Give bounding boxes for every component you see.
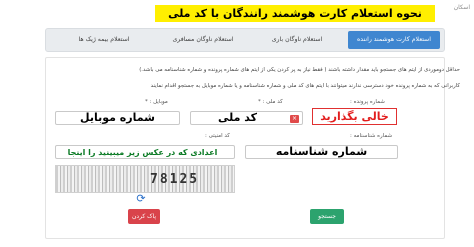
captcha-text: 78125 — [150, 172, 200, 187]
page-headline: نحوه استعلام کارت هوشمند رانندگان با کد … — [155, 5, 435, 22]
close-icon[interactable]: × — [290, 115, 299, 123]
tab-bar: استعلام کارت هوشمند راننده استعلام ناوگا… — [45, 28, 445, 52]
refresh-icon[interactable]: ⟳ — [135, 193, 147, 205]
search-button[interactable]: جستجو — [310, 209, 344, 224]
security-code-label: کد امنیتی : — [205, 133, 230, 139]
national-code-hint: کد ملی — [217, 111, 257, 124]
mobile-hint: شماره موبایل — [80, 111, 155, 124]
corner-label: اسکان — [453, 4, 470, 11]
info-line-2: کاربرانی که به شماره پرونده خود دسترسی ن… — [150, 83, 460, 89]
tab-insurance[interactable]: استعلام بیمه ژیک ها — [64, 31, 144, 49]
tab-passenger-fleet[interactable]: استعلام ناوگان مسافری — [162, 31, 244, 49]
security-code-hint: اعدادی که در عکس زیر میبینید را اینجا بن… — [67, 148, 218, 171]
id-number-hint: شماره شناسنامه — [275, 145, 368, 158]
national-code-label: کد ملی : * — [258, 99, 283, 105]
info-line-1: حداقل دوموردی از ایتم های جستجو باید مقد… — [139, 67, 460, 73]
case-number-label: شماره پرونده : — [350, 99, 385, 105]
tab-freight-fleet[interactable]: استعلام ناوگان باری — [260, 31, 334, 49]
id-number-label: شماره شناسنامه : — [350, 133, 393, 139]
case-number-hint: خالی بگذارید — [320, 110, 389, 123]
tab-driver-smart-card[interactable]: استعلام کارت هوشمند راننده — [348, 31, 440, 49]
clear-button[interactable]: پاک کردن — [128, 209, 160, 224]
mobile-label: موبایل : * — [145, 99, 168, 105]
